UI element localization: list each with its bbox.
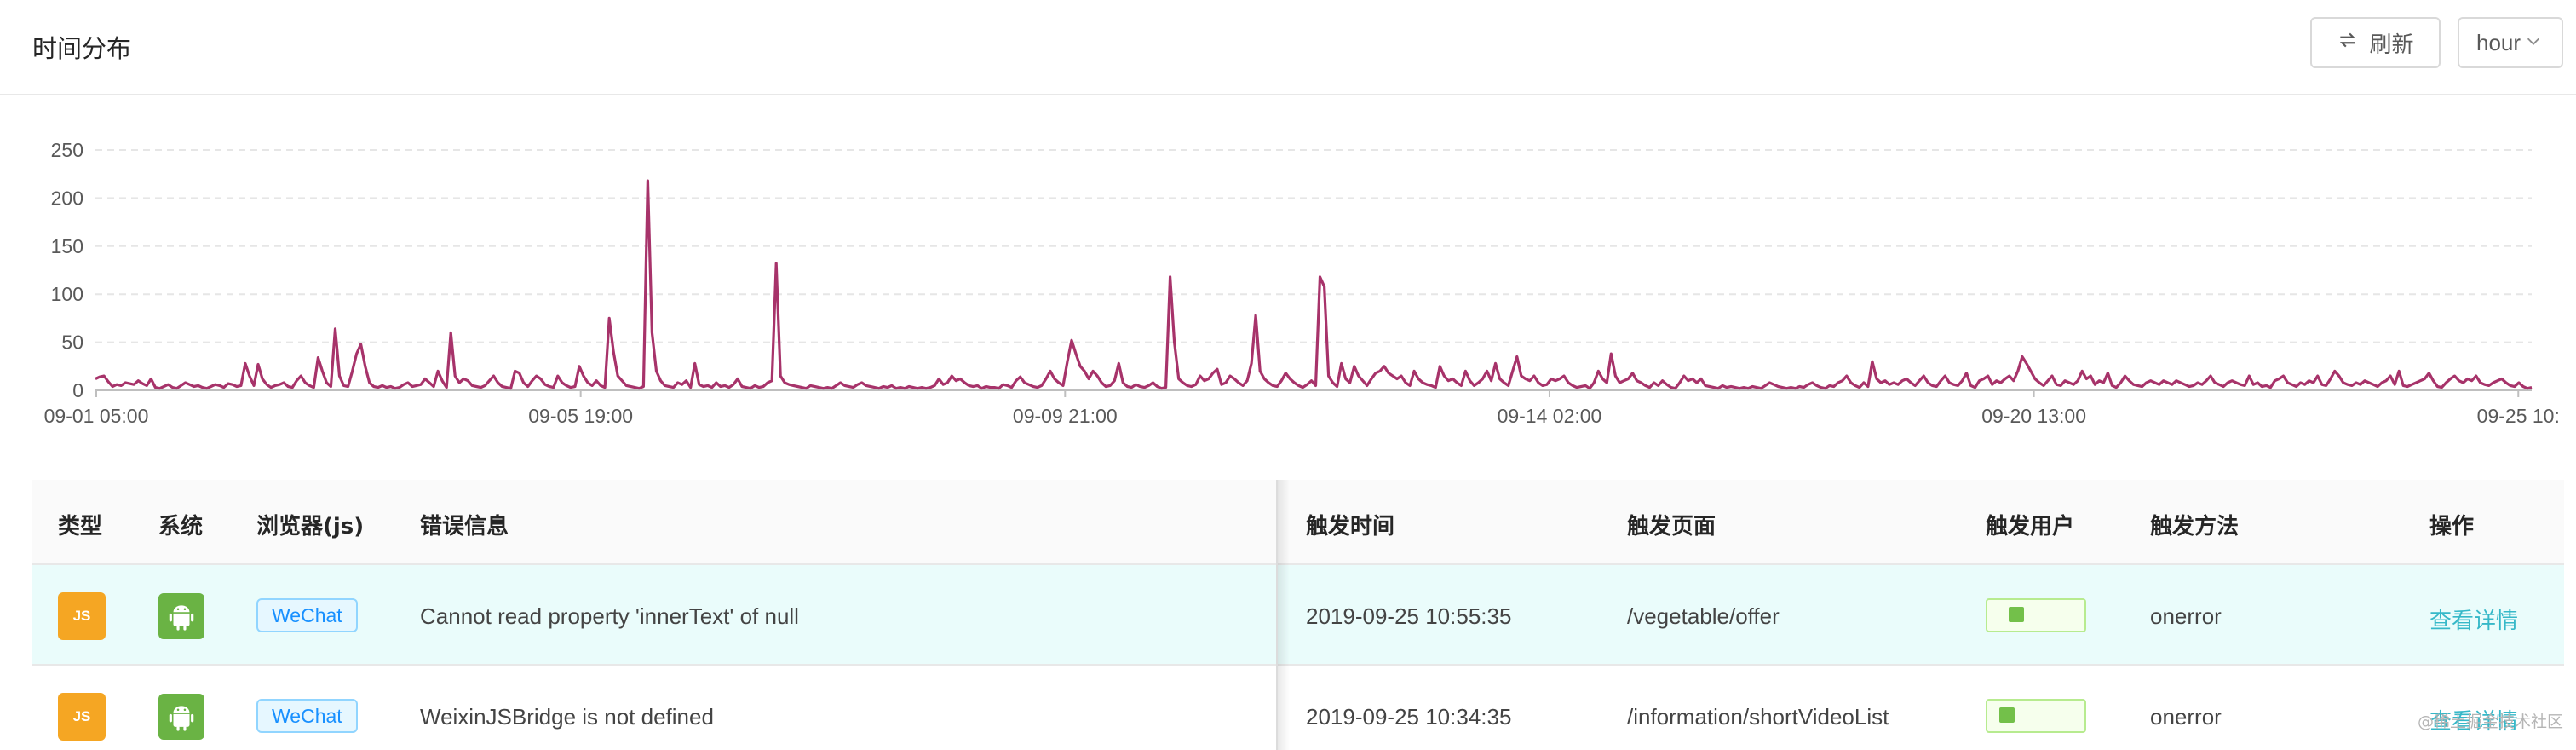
fixed-column-divider bbox=[1276, 480, 1278, 750]
table-header: 类型 系统 浏览器(js) 错误信息 触发时间 触发页面 触发用户 触发方法 操… bbox=[32, 480, 2564, 565]
y-tick-label: 200 bbox=[51, 187, 83, 209]
y-tick-label: 0 bbox=[72, 379, 83, 401]
user-indicator-fill bbox=[1999, 707, 2015, 723]
panel-header: 时间分布 刷新 hour bbox=[0, 0, 2576, 95]
error-message: WeixinJSBridge is not defined bbox=[420, 704, 714, 730]
error-message: Cannot read property 'innerText' of null bbox=[420, 603, 799, 629]
refresh-label: 刷新 bbox=[2369, 32, 2414, 58]
android-icon bbox=[158, 694, 204, 740]
column-header-system: 系统 bbox=[158, 514, 204, 539]
y-tick-label: 250 bbox=[51, 139, 83, 161]
series-line bbox=[95, 179, 2533, 390]
error-table: 类型 系统 浏览器(js) 错误信息 触发时间 触发页面 触发用户 触发方法 操… bbox=[32, 480, 2564, 750]
column-header-browser: 浏览器(js) bbox=[256, 514, 365, 539]
column-header-page: 触发页面 bbox=[1627, 514, 1716, 539]
time-distribution-chart: 0 50 100 150 200 250 09-01 05:00 09-05 19:00 09… bbox=[44, 139, 2560, 427]
user-indicator-fill bbox=[2009, 607, 2024, 622]
x-tick-label: 09-05 19:00 bbox=[528, 405, 633, 427]
js-type-badge: JS bbox=[58, 693, 106, 741]
column-header-time: 触发时间 bbox=[1306, 514, 1395, 539]
time-granularity-value: hour bbox=[2476, 29, 2521, 55]
trigger-time: 2019-09-25 10:34:35 bbox=[1306, 704, 1512, 730]
x-tick-label: 09-20 13:00 bbox=[1981, 405, 2086, 427]
panel-title: 时间分布 bbox=[32, 34, 132, 63]
x-tick-label: 09-14 02:00 bbox=[1498, 405, 1602, 427]
column-header-error: 错误信息 bbox=[420, 514, 509, 539]
x-tick-label: 09-09 21:00 bbox=[1013, 405, 1118, 427]
table-row[interactable]: JS WeChat Cannot read property 'innerTex… bbox=[32, 565, 2564, 666]
js-type-badge: JS bbox=[58, 592, 106, 640]
column-header-type: 类型 bbox=[58, 514, 103, 539]
time-granularity-select[interactable]: hour bbox=[2458, 17, 2563, 68]
table-row[interactable]: JS WeChat WeixinJSBridge is not defined … bbox=[32, 666, 2564, 750]
column-header-method: 触发方法 bbox=[2150, 514, 2240, 539]
chevron-down-icon bbox=[2524, 30, 2543, 56]
refresh-icon bbox=[2337, 29, 2359, 57]
user-indicator bbox=[1986, 699, 2086, 733]
y-tick-label: 150 bbox=[51, 235, 83, 257]
x-tick-label: 09-01 05:00 bbox=[44, 405, 149, 427]
y-tick-label: 100 bbox=[51, 283, 83, 305]
trigger-page: /information/shortVideoList bbox=[1627, 704, 1889, 730]
browser-tag: WeChat bbox=[256, 598, 358, 632]
view-details-link[interactable]: 查看详情 bbox=[2429, 603, 2518, 635]
trigger-time: 2019-09-25 10:55:35 bbox=[1306, 603, 1512, 629]
y-tick-label: 50 bbox=[61, 332, 83, 354]
browser-tag: WeChat bbox=[256, 699, 358, 733]
user-indicator bbox=[1986, 598, 2086, 632]
trigger-page: /vegetable/offer bbox=[1627, 603, 1780, 629]
x-tick-label: 09-25 10: bbox=[2477, 405, 2560, 427]
column-header-user: 触发用户 bbox=[1986, 514, 2075, 539]
watermark: @稀土掘金技术社区 bbox=[2418, 712, 2564, 731]
android-icon bbox=[158, 593, 204, 639]
trigger-method: onerror bbox=[2150, 603, 2222, 629]
column-header-action: 操作 bbox=[2429, 514, 2475, 539]
fixed-column-shadow bbox=[1276, 480, 1290, 750]
refresh-button[interactable]: 刷新 bbox=[2310, 17, 2441, 68]
trigger-method: onerror bbox=[2150, 704, 2222, 730]
